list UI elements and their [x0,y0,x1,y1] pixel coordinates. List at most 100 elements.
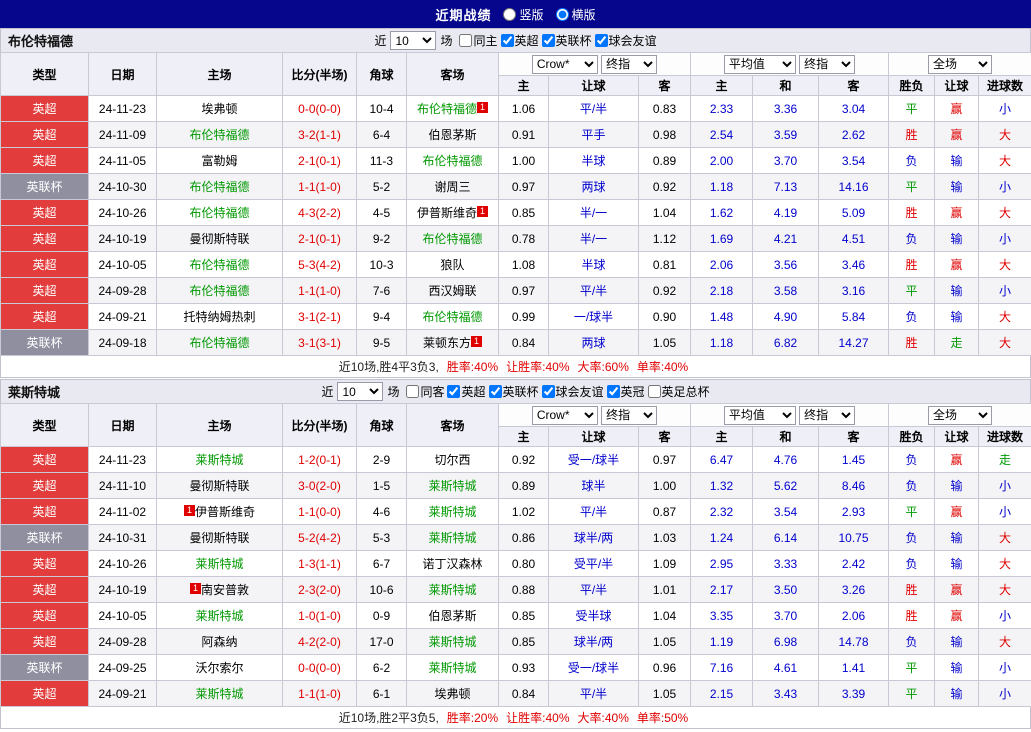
average-stage-select[interactable]: 终指 [799,55,855,74]
league-filters: 同主 英超 英联杯 球会友谊 [456,32,656,49]
home-team[interactable]: 布伦特福德 [189,284,249,298]
league-filter[interactable]: 球会友谊 [542,383,604,400]
home-team[interactable]: 莱斯特城 [195,687,243,701]
odds-stage-select[interactable]: 终指 [601,406,657,425]
match-date: 24-10-26 [89,200,157,226]
subcol-odds-away: 客 [639,427,691,447]
away-team[interactable]: 莱斯特城 [428,505,476,519]
result-handicap: 赢 [935,577,979,603]
team-recent-section: 布伦特福德 近 10 场 同主 英超 英联杯 球会友谊 类型 日期 主场 比分(… [0,28,1031,378]
result-handicap: 赢 [935,122,979,148]
match-type: 英超 [1,148,89,174]
away-team[interactable]: 狼队 [440,258,464,272]
average-stage-select[interactable]: 终指 [799,406,855,425]
away-team[interactable]: 伊普斯维奇 [417,206,477,220]
league-filter-checkbox[interactable] [595,34,608,47]
scope-select[interactable]: 全场 [928,406,992,425]
home-team[interactable]: 布伦特福德 [189,336,249,350]
home-team[interactable]: 伊普斯维奇 [195,505,255,519]
league-filter-checkbox[interactable] [501,34,514,47]
league-filter-checkbox[interactable] [489,385,502,398]
average-select[interactable]: 平均值 [724,55,796,74]
result-goals: 小 [979,681,1031,707]
away-team[interactable]: 莱斯特城 [428,479,476,493]
home-team[interactable]: 布伦特福德 [189,206,249,220]
horizontal-layout-radio[interactable] [556,8,569,21]
away-team[interactable]: 诺丁汉森林 [422,557,482,571]
odds-company-select[interactable]: Crow* [532,55,598,74]
odds-company-select[interactable]: Crow* [532,406,598,425]
home-team[interactable]: 莱斯特城 [195,609,243,623]
odds-stage-select[interactable]: 终指 [601,55,657,74]
away-team[interactable]: 布伦特福德 [422,154,482,168]
league-filter-checkbox[interactable] [542,385,555,398]
subcol-avg-away: 客 [819,427,889,447]
home-team[interactable]: 布伦特福德 [189,258,249,272]
away-team-cell: 伊普斯维奇1 [407,200,499,226]
layout-option-vertical[interactable]: 竖版 [503,6,543,23]
league-badge: 英超 [32,453,56,467]
away-team[interactable]: 莱斯特城 [428,531,476,545]
league-filter-checkbox[interactable] [459,34,472,47]
away-team-cell: 莱斯特城 [407,525,499,551]
away-team[interactable]: 莱斯特城 [428,635,476,649]
league-filter[interactable]: 英超 [447,383,485,400]
league-filter[interactable]: 同主 [459,32,497,49]
away-team[interactable]: 莱顿东方 [423,336,471,350]
summary-stat: 胜率:40% [447,360,498,374]
league-filter[interactable]: 英联杯 [542,32,592,49]
league-filter[interactable]: 球会友谊 [595,32,657,49]
league-filter-checkbox[interactable] [542,34,555,47]
home-team[interactable]: 富勒姆 [201,154,237,168]
home-team[interactable]: 布伦特福德 [189,180,249,194]
league-filter[interactable]: 英冠 [607,383,645,400]
away-team-cell: 布伦特福德 [407,226,499,252]
away-team[interactable]: 埃弗顿 [434,687,470,701]
away-team[interactable]: 伯恩茅斯 [428,609,476,623]
away-team[interactable]: 布伦特福德 [422,310,482,324]
layout-option-horizontal[interactable]: 横版 [556,6,596,23]
odds-home: 0.92 [499,447,549,473]
match-score: 1-1(0-0) [283,499,357,525]
home-team[interactable]: 埃弗顿 [201,102,237,116]
home-team[interactable]: 曼彻斯特联 [189,531,249,545]
match-date: 24-09-21 [89,681,157,707]
league-filter-checkbox[interactable] [447,385,460,398]
match-score: 4-3(2-2) [283,200,357,226]
away-team[interactable]: 莱斯特城 [428,661,476,675]
home-team[interactable]: 南安普敦 [201,583,249,597]
home-team[interactable]: 阿森纳 [201,635,237,649]
home-team[interactable]: 莱斯特城 [195,557,243,571]
home-team[interactable]: 曼彻斯特联 [189,232,249,246]
scope-select[interactable]: 全场 [928,55,992,74]
home-team[interactable]: 沃尔索尔 [195,661,243,675]
away-team[interactable]: 布伦特福德 [417,102,477,116]
match-type: 英超 [1,200,89,226]
home-team[interactable]: 布伦特福德 [189,128,249,142]
league-filter[interactable]: 英联杯 [489,383,539,400]
league-filter-checkbox[interactable] [406,385,419,398]
away-team[interactable]: 西汉姆联 [428,284,476,298]
match-count-select[interactable]: 10 [390,31,436,50]
avg-draw: 4.76 [753,447,819,473]
away-team[interactable]: 莱斯特城 [428,583,476,597]
vertical-layout-radio[interactable] [503,8,516,21]
league-filter-checkbox[interactable] [648,385,661,398]
home-team[interactable]: 莱斯特城 [195,453,243,467]
home-team[interactable]: 托特纳姆热刺 [183,310,255,324]
match-count-select[interactable]: 10 [337,382,383,401]
away-team[interactable]: 谢周三 [434,180,470,194]
home-team[interactable]: 曼彻斯特联 [189,479,249,493]
odds-away: 0.89 [639,148,691,174]
away-team[interactable]: 伯恩茅斯 [428,128,476,142]
away-team[interactable]: 切尔西 [434,453,470,467]
league-filter-checkbox[interactable] [607,385,620,398]
league-filter[interactable]: 同客 [406,383,444,400]
match-score: 3-1(2-1) [283,304,357,330]
league-filter[interactable]: 英超 [501,32,539,49]
match-row: 英超 24-09-28 布伦特福德 1-1(1-0) 7-6 西汉姆联 0.97… [1,278,1031,304]
away-team[interactable]: 布伦特福德 [422,232,482,246]
league-filter[interactable]: 英足总杯 [648,383,710,400]
odds-home: 0.89 [499,473,549,499]
average-select[interactable]: 平均值 [724,406,796,425]
